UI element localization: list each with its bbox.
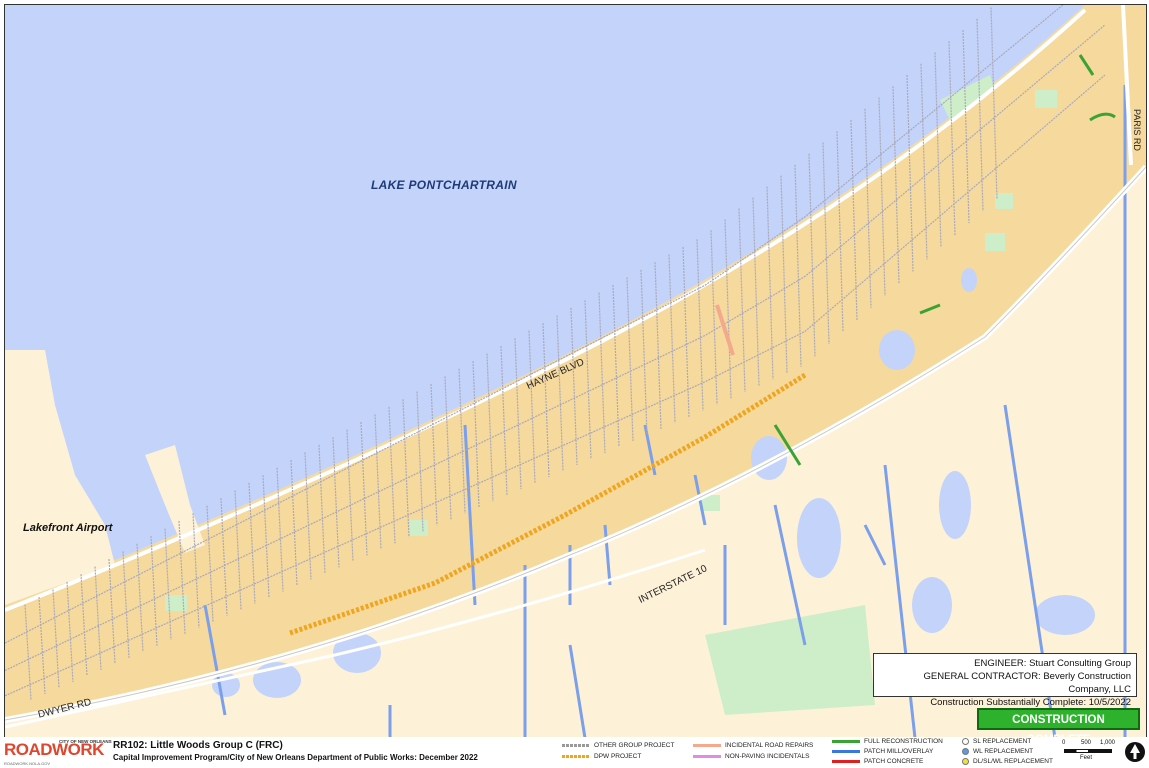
park [995, 193, 1013, 209]
map-sheet: LAKE PONTCHARTRAIN Lakefront Airport HAY… [0, 0, 1149, 768]
legend-patch-mill: PATCH MILL/OVERLAY [832, 747, 933, 756]
legend-non-paving: NON-PAVING INCIDENTALS [693, 752, 810, 761]
legend-label: PATCH MILL/OVERLAY [864, 748, 934, 755]
legend-label: DL/SL/WL REPLACEMENT [973, 758, 1053, 765]
legend-swatch [832, 750, 860, 753]
legend-dpw: DPW PROJECT [562, 752, 641, 761]
legend-label: WL REPLACEMENT [973, 748, 1034, 755]
legend-patch-concrete: PATCH CONCRETE [832, 757, 923, 766]
contractor-text: GENERAL CONTRACTOR: Beverly Construction… [923, 671, 1131, 695]
scale-bar-graphic [1064, 749, 1112, 753]
legend-swatch [562, 744, 590, 747]
pond [939, 471, 971, 539]
scale-tick: 1,000 [1100, 740, 1116, 746]
map-area[interactable]: LAKE PONTCHARTRAIN Lakefront Airport HAY… [4, 4, 1147, 739]
legend-dot [962, 738, 969, 745]
info-box: ENGINEER: Stuart Consulting Group GENERA… [873, 653, 1137, 708]
scale-unit: Feet [1080, 755, 1093, 761]
pond [797, 498, 841, 578]
scale-tick: 500 [1081, 740, 1092, 746]
legend-swatch [832, 760, 860, 763]
airport-label: Lakefront Airport [23, 522, 113, 534]
lake-label: LAKE PONTCHARTRAIN [371, 178, 517, 192]
legend-swatch [693, 744, 721, 747]
legend-incidental-repairs: INCIDENTAL ROAD REPAIRS [693, 741, 813, 750]
legend-dot [962, 748, 969, 755]
north-arrow-icon [1125, 742, 1145, 762]
project-subtitle: Capital Improvement Program/City of New … [113, 753, 478, 762]
scale-bar: 0 500 1,000 Feet [1060, 740, 1120, 766]
legend-swatch [832, 740, 860, 743]
legend-label: SL REPLACEMENT [973, 738, 1032, 745]
footer: ROADWORK CITY OF NEW ORLEANS ROADWORK.NO… [0, 737, 1149, 768]
pond [912, 577, 952, 633]
logo-tagline: CITY OF NEW ORLEANS [59, 739, 112, 744]
legend-label: FULL RECONSTRUCTION [864, 738, 943, 745]
park [985, 233, 1005, 251]
legend-swatch [562, 755, 590, 758]
park [1035, 90, 1057, 108]
legend-label: NON-PAVING INCIDENTALS [725, 753, 810, 760]
scale-tick: 0 [1062, 740, 1066, 746]
logo-url: ROADWORK.NOLA.GOV [4, 761, 51, 766]
legend-label: PATCH CONCRETE [864, 758, 924, 765]
paris-rd-label: PARIS RD [1132, 109, 1142, 151]
pond [961, 268, 977, 292]
park [410, 520, 428, 536]
legend-wl-replacement: WL REPLACEMENT [962, 747, 1033, 756]
legend-label: INCIDENTAL ROAD REPAIRS [725, 742, 814, 749]
legend-label: OTHER GROUP PROJECT [594, 742, 675, 749]
roadwork-logo: ROADWORK CITY OF NEW ORLEANS ROADWORK.NO… [4, 738, 112, 766]
legend-full-reconstruction: FULL RECONSTRUCTION [832, 737, 943, 746]
legend-other-group: OTHER GROUP PROJECT [562, 741, 674, 750]
legend-dl-sl-wl-replacement: DL/SL/WL REPLACEMENT [962, 757, 1053, 766]
engineer-text: ENGINEER: Stuart Consulting Group [974, 658, 1131, 669]
status-badge: CONSTRUCTION COMPLETE [977, 708, 1140, 738]
pond [1035, 595, 1095, 635]
pond [879, 330, 915, 370]
legend-dot [962, 758, 969, 765]
project-title: RR102: Little Woods Group C (FRC) [113, 740, 283, 751]
legend-label: DPW PROJECT [594, 753, 642, 760]
legend-sl-replacement: SL REPLACEMENT [962, 737, 1031, 746]
legend-swatch [693, 755, 721, 758]
